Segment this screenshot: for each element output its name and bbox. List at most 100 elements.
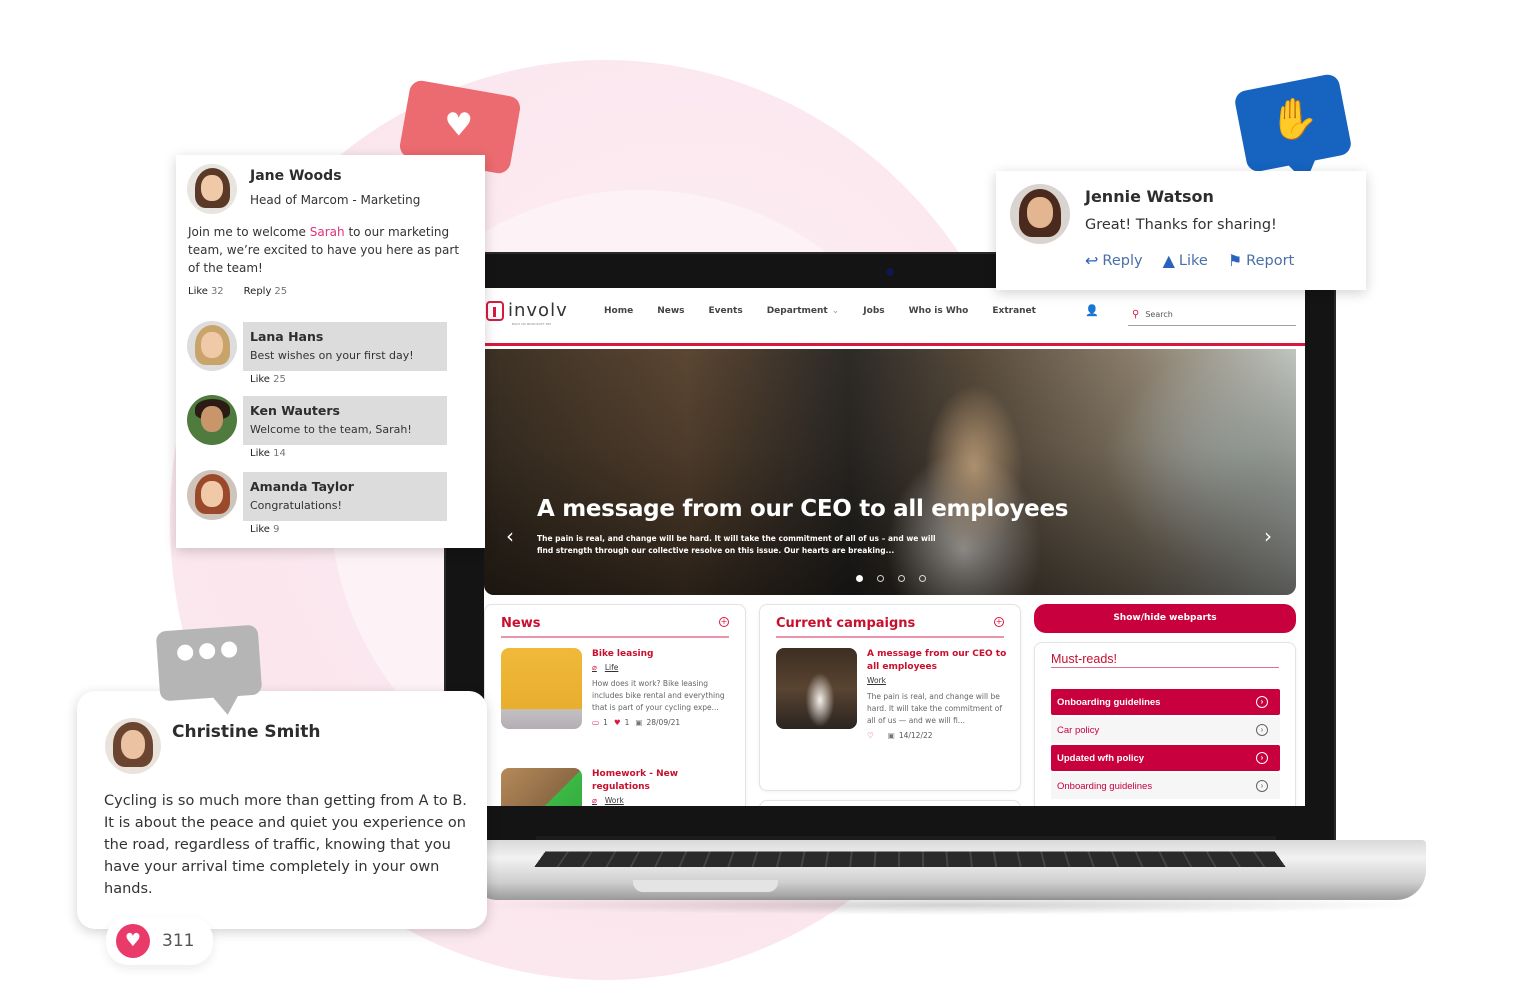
heart-outline-icon[interactable]: ♡ (867, 731, 874, 740)
divider (1051, 667, 1279, 668)
comment-text: Great! Thanks for sharing! (1085, 217, 1277, 233)
comment-icon[interactable]: ▭ (592, 718, 599, 727)
author-name[interactable]: Jennie Watson (1085, 187, 1214, 206)
divider (501, 636, 729, 638)
carousel-dot[interactable] (856, 575, 863, 582)
avatar (1010, 184, 1070, 244)
author-name[interactable]: Christine Smith (172, 722, 320, 742)
reply-author[interactable]: Lana Hans (250, 329, 323, 344)
eye-off-icon: ⌀ (592, 663, 597, 672)
reply-like-button[interactable]: Like 9 (250, 524, 280, 535)
like-label: Like (250, 524, 270, 535)
search-input[interactable]: ⚲ Search (1128, 303, 1296, 326)
post-body: Join me to welcome Sarah to our marketin… (188, 223, 460, 277)
nav-home[interactable]: Home (604, 306, 633, 316)
carousel-dot[interactable] (877, 575, 884, 582)
nav-extranet[interactable]: Extranet (992, 306, 1036, 316)
campaign-thumbnail (776, 648, 857, 729)
nav-department[interactable]: Department ⌄ (767, 306, 840, 316)
campaign-item-body: A message from our CEO to all employees … (867, 648, 1007, 740)
next-webpart (759, 800, 1021, 806)
like-button[interactable]: Like 32 (188, 286, 224, 297)
like-label: Like (250, 374, 270, 385)
avatar-face (201, 481, 223, 507)
campaign-item-title[interactable]: A message from our CEO to all employees (867, 648, 1007, 674)
carousel-dot[interactable] (898, 575, 905, 582)
avatar (187, 321, 237, 371)
dot (220, 641, 238, 659)
like-count: 14 (273, 448, 286, 459)
chevron-circle-right-icon: › (1256, 696, 1268, 708)
post-text: Cycling is so much more than getting fro… (104, 793, 467, 897)
involv-logo[interactable]: involv BUILT ON MICROSOFT 365 (486, 300, 568, 326)
chevron-right-icon[interactable]: › (1264, 524, 1272, 548)
tag-label: Work (604, 796, 624, 805)
news-item-title[interactable]: Homework - New regulations (592, 768, 732, 794)
reply-text: Congratulations! (250, 499, 342, 512)
calendar-icon: ▣ (635, 718, 643, 727)
must-read-item[interactable]: Onboarding guidelines › (1051, 773, 1280, 799)
campaign-item-description: The pain is real, and change will be har… (867, 692, 1003, 725)
news-item-title[interactable]: Bike leasing (592, 648, 732, 661)
tag-label: Work (867, 676, 886, 685)
chevron-left-icon[interactable]: ‹ (506, 524, 514, 548)
reply-like-button[interactable]: Like 25 (250, 374, 286, 385)
reply-icon: ↩ (1085, 251, 1099, 270)
nav-events[interactable]: Events (709, 306, 743, 316)
news-item-tag[interactable]: ⌀ Life (592, 663, 732, 672)
news-title: News (501, 616, 541, 631)
must-read-item[interactable]: Updated wfh policy › (1051, 745, 1280, 771)
news-thumbnail-keys (501, 768, 582, 806)
jennie-comment-card: Jennie Watson Great! Thanks for sharing!… (996, 171, 1366, 290)
campaign-item-tag[interactable]: Work (867, 676, 1007, 685)
jane-post-card: Jane Woods Head of Marcom - Marketing Jo… (176, 155, 485, 548)
campaigns-title: Current campaigns (776, 616, 916, 631)
avatar (187, 395, 237, 445)
reply-button[interactable]: ↩ Reply (1085, 251, 1143, 270)
christine-post-card: Christine Smith Cycling is so much more … (77, 691, 487, 929)
thumbs-up-icon: ✋ (1269, 96, 1320, 143)
reply-author[interactable]: Amanda Taylor (250, 479, 354, 494)
reply-bubble: Amanda Taylor Congratulations! (243, 472, 447, 521)
nav-menu: Home News Events Department ⌄ Jobs Who is… (604, 306, 1060, 316)
must-read-label: Onboarding guidelines (1057, 780, 1153, 792)
campaigns-webpart: Current campaigns + A message from our C… (759, 604, 1021, 791)
campaign-date: 14/12/22 (898, 731, 933, 740)
news-item-body: Bike leasing ⌀ Life How does it work? Bik… (592, 648, 732, 727)
news-item-meta: ▭ 1 ♥ 1 ▣ 28/09/21 (592, 718, 732, 727)
nav-news[interactable]: News (657, 306, 684, 316)
nav-who-is-who[interactable]: Who is Who (909, 306, 969, 316)
report-button[interactable]: ⚑ Report (1228, 251, 1294, 270)
add-campaign-icon[interactable]: + (994, 617, 1004, 627)
must-read-item[interactable]: Onboarding guidelines › (1051, 689, 1280, 715)
reply-bubble: Ken Wauters Welcome to the team, Sarah! (243, 396, 447, 445)
intranet-screen: involv BUILT ON MICROSOFT 365 Home News … (484, 288, 1305, 806)
carousel-dot[interactable] (919, 575, 926, 582)
heart-icon: ♥ (116, 924, 150, 958)
campaign-item-meta: ♡ ▣ 14/12/22 (867, 731, 1007, 740)
must-read-item[interactable]: Car policy › (1051, 717, 1280, 743)
show-hide-webparts-button[interactable]: Show/hide webparts (1034, 604, 1296, 633)
reply-button[interactable]: Reply 25 (244, 286, 287, 297)
like-button[interactable]: ▲ Like (1163, 251, 1208, 270)
calendar-icon: ▣ (887, 731, 895, 740)
add-news-icon[interactable]: + (719, 617, 729, 627)
dot (198, 642, 216, 660)
search-icon: ⚲ (1132, 308, 1140, 320)
heart-icon[interactable]: ♥ (614, 718, 621, 727)
must-read-label: Car policy (1057, 724, 1100, 736)
laptop-notch (633, 880, 778, 892)
likes-pill[interactable]: ♥ 311 (106, 917, 213, 965)
hero-carousel[interactable]: A message from our CEO to all employees … (484, 349, 1296, 595)
hero-title[interactable]: A message from our CEO to all employees (537, 496, 1068, 522)
author-name[interactable]: Jane Woods (250, 168, 342, 184)
news-item-tag[interactable]: ⌀ Work (592, 796, 732, 805)
reply-author[interactable]: Ken Wauters (250, 403, 340, 418)
heart-icon: ♥ (444, 105, 474, 144)
user-icon[interactable]: 👤 (1085, 304, 1099, 318)
nav-jobs[interactable]: Jobs (863, 306, 884, 316)
chevron-down-icon: ⌄ (831, 306, 840, 316)
reply-count: 25 (274, 286, 288, 297)
mention-link[interactable]: Sarah (310, 225, 345, 239)
reply-like-button[interactable]: Like 14 (250, 448, 286, 459)
